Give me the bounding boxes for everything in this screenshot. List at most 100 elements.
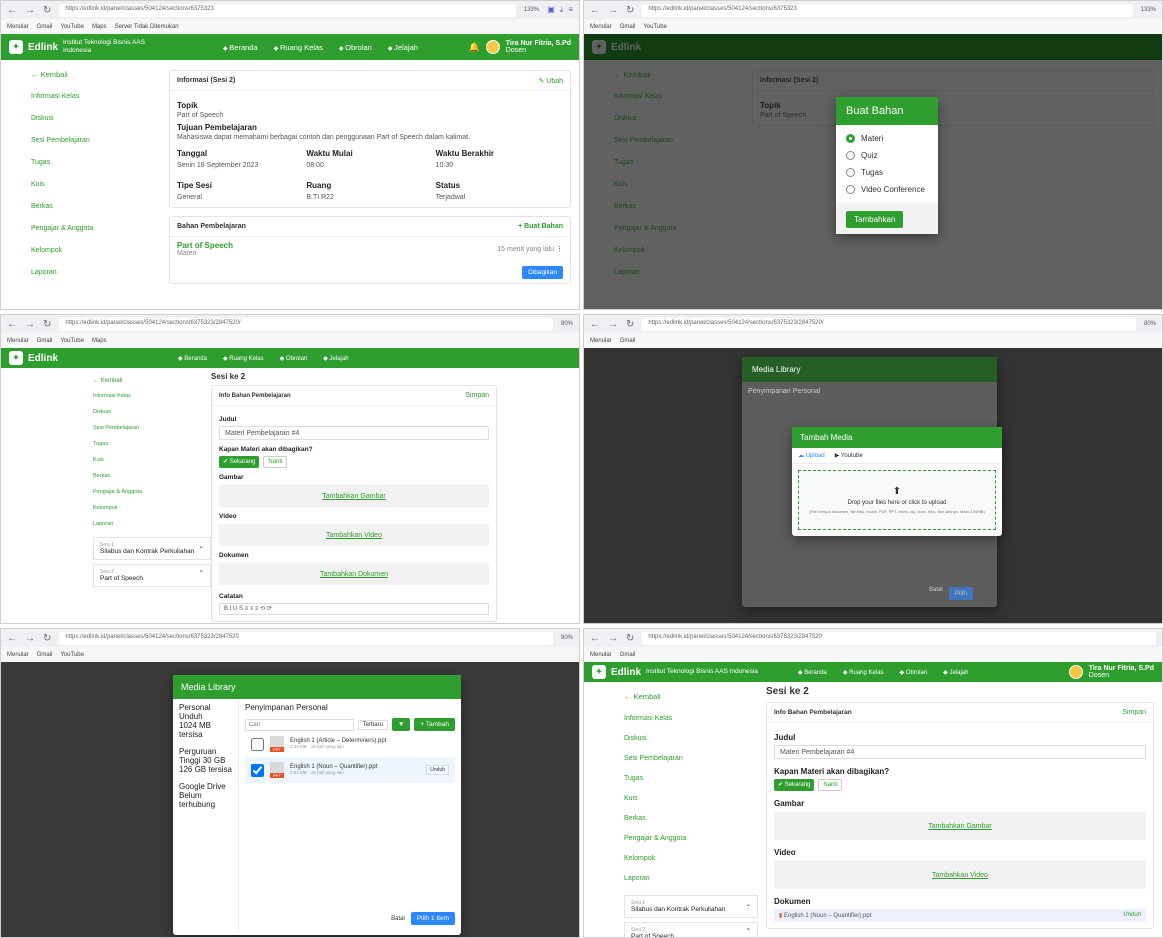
sidebar-item-berkas[interactable]: Berkas (624, 815, 766, 822)
sidebar-item-informasi[interactable]: Informasi Kelas (31, 93, 169, 100)
bookmark[interactable]: Maps (92, 24, 107, 30)
nav-jelajah[interactable]: Jelajah (943, 669, 968, 676)
bookmark[interactable]: Menular (590, 338, 612, 344)
file-item[interactable]: English 1 (Article – Determiners).ppt2.3… (245, 731, 455, 757)
bookmark[interactable]: Gmail (620, 338, 636, 344)
sidebar-item-kuis[interactable]: Kuis (624, 795, 766, 802)
tab-upload[interactable]: ☁ Upload (798, 452, 825, 459)
menu-icon[interactable]: ≡ (568, 5, 573, 15)
sidebar-item-sesi[interactable]: Sesi Pembelajaran (624, 755, 766, 762)
user-name[interactable]: Tira Nur Fitria, S.Pd (506, 40, 571, 47)
storage-tab-pt[interactable]: Perguruan Tinggi 30 GB 126 GB tersisa (173, 743, 238, 778)
nav-jelajah[interactable]: Jelajah (388, 43, 418, 52)
bookmark[interactable]: Menular (590, 652, 612, 658)
sidebar-item-sesi[interactable]: Sesi Pembelajaran (93, 425, 211, 431)
add-gambar-button[interactable]: Tambahkan Gambar (774, 812, 1146, 840)
zoom-level[interactable]: 80% (1144, 321, 1156, 327)
chevron-down-icon[interactable]: ⌄ (746, 900, 751, 913)
forward-arrow-icon[interactable]: → (25, 5, 35, 16)
address-bar[interactable]: https://edlink.id/panel/classes/504124/s… (642, 3, 1133, 17)
sidebar-item-kuis[interactable]: Kuis (93, 457, 211, 463)
sidebar-item-laporan[interactable]: Laporan (31, 269, 169, 276)
bookmark[interactable]: YouTube (60, 338, 84, 344)
sidebar-item-pengajar[interactable]: Pengajar & Anggota (93, 489, 211, 495)
address-bar[interactable]: https://edlink.id/panel/classes/504124/s… (642, 317, 1136, 331)
brand-name[interactable]: Edlink (611, 667, 641, 678)
forward-arrow-icon[interactable]: → (608, 633, 618, 644)
forward-arrow-icon[interactable]: → (608, 5, 618, 16)
now-toggle[interactable]: ✔ Sekarang (774, 779, 815, 791)
material-item[interactable]: Part of Speech Materi 15 menit yang lalu … (170, 237, 570, 261)
bookmark[interactable]: Gmail (620, 24, 636, 30)
sidebar-item-diskusi[interactable]: Diskusi (93, 409, 211, 415)
later-toggle[interactable]: Nanti (263, 456, 288, 468)
bookmark[interactable]: Gmail (37, 338, 53, 344)
zoom-level[interactable]: 80% (561, 635, 573, 641)
sidebar-item-pengajar[interactable]: Pengajar & Anggota (624, 835, 766, 842)
sidebar-item-pengajar[interactable]: Pengajar & Anggota (31, 225, 169, 232)
file-checkbox[interactable] (251, 763, 264, 777)
more-icon[interactable]: ⋮ (556, 246, 563, 253)
reload-icon[interactable]: ↻ (43, 633, 51, 644)
session-item[interactable]: Sesi 1 Silabus dan Kontrak Perkuliahan ⌄ (624, 895, 758, 918)
forward-arrow-icon[interactable]: → (608, 319, 618, 330)
brand-name[interactable]: Edlink (28, 42, 58, 53)
sidebar-item-kelompok[interactable]: Kelompok (93, 505, 211, 511)
sidebar-item-laporan[interactable]: Laporan (93, 521, 211, 527)
sidebar-item-berkas[interactable]: Berkas (93, 473, 211, 479)
zoom-level[interactable]: 133% (524, 7, 539, 13)
download-icon[interactable]: ⤓ (560, 5, 564, 15)
bookmark[interactable]: Gmail (37, 24, 53, 30)
back-arrow-icon[interactable]: ← (7, 633, 17, 644)
radio-icon[interactable] (846, 168, 855, 177)
brand-name[interactable]: Edlink (28, 353, 58, 364)
judul-input[interactable]: Materi Pembelajaran #4 (219, 426, 489, 440)
storage-tab-gdrive[interactable]: Google Drive Belum terhubung (173, 778, 238, 813)
file-item-selected[interactable]: English 1 (Noun – Quantifier).ppt3.91 MB… (245, 757, 455, 783)
sidebar-item-diskusi[interactable]: Diskusi (31, 115, 169, 122)
edlink-logo-icon[interactable]: ✦ (9, 351, 23, 365)
bookmark[interactable]: Server Tidak Ditemukan (115, 24, 179, 30)
shared-badge[interactable]: Dibagikan (522, 266, 563, 279)
nav-ruang-kelas[interactable]: Ruang Kelas (223, 355, 263, 362)
session-item[interactable]: Sesi 1 Silabus dan Kontrak Perkuliahan ⌄ (93, 537, 211, 560)
editor-toolbar[interactable]: B I U S ≡ ≡ ≡ ⟲ ⟳ (219, 603, 489, 615)
nav-beranda[interactable]: Beranda (223, 43, 257, 52)
pick-button[interactable]: Pilih 1 Item (410, 912, 455, 925)
add-video-button[interactable]: Tambahkan Video (774, 861, 1146, 889)
doc-download[interactable]: Unduh (1123, 912, 1141, 919)
edlink-logo-icon[interactable]: ✦ (9, 40, 23, 54)
chevron-up-icon[interactable]: ⌃ (199, 569, 204, 582)
sidebar-item-berkas[interactable]: Berkas (31, 203, 169, 210)
avatar[interactable] (1068, 665, 1083, 679)
back-arrow-icon[interactable]: ← (7, 5, 17, 16)
sidebar-item-laporan[interactable]: Laporan (624, 875, 766, 882)
add-button[interactable]: + Tambah (414, 718, 455, 731)
bookmark[interactable]: YouTube (60, 652, 84, 658)
session-item[interactable]: Sesi 2 Part of Speech ⌃ (624, 922, 758, 937)
sidebar-item-tugas[interactable]: Tugas (624, 775, 766, 782)
option-materi[interactable]: Materi (836, 130, 938, 147)
bookmark[interactable]: YouTube (60, 24, 84, 30)
reload-icon[interactable]: ↻ (43, 319, 51, 330)
bookmark[interactable]: Menular (7, 338, 29, 344)
later-toggle[interactable]: Nanti (818, 779, 843, 791)
nav-jelajah[interactable]: Jelajah (323, 355, 349, 362)
document-item[interactable]: ▮ English 1 (Noun – Quantifier).ppt Unduh (774, 909, 1146, 922)
bookmark[interactable]: Menular (590, 24, 612, 30)
zoom-level[interactable]: 80% (561, 321, 573, 327)
address-bar[interactable]: https://edlink.id/panel/classes/504124/s… (59, 3, 516, 17)
sidebar-item-sesi[interactable]: Sesi Pembelajaran (31, 137, 169, 144)
option-video-conference[interactable]: Video Conference (836, 181, 938, 198)
file-action[interactable]: Unduh (426, 765, 449, 775)
tambahkan-button[interactable]: Tambahkan (846, 211, 904, 228)
judul-input[interactable]: Materi Pembelajaran #4 (774, 745, 1146, 759)
option-quiz[interactable]: Quiz (836, 147, 938, 164)
reload-icon[interactable]: ↻ (626, 633, 634, 644)
back-arrow-icon[interactable]: ← (590, 319, 600, 330)
radio-icon[interactable] (846, 185, 855, 194)
save-button[interactable]: Simpan (465, 392, 489, 399)
reload-icon[interactable]: ↻ (43, 5, 51, 16)
nav-ruang-kelas[interactable]: Ruang Kelas (274, 43, 323, 52)
back-arrow-icon[interactable]: ← (590, 633, 600, 644)
